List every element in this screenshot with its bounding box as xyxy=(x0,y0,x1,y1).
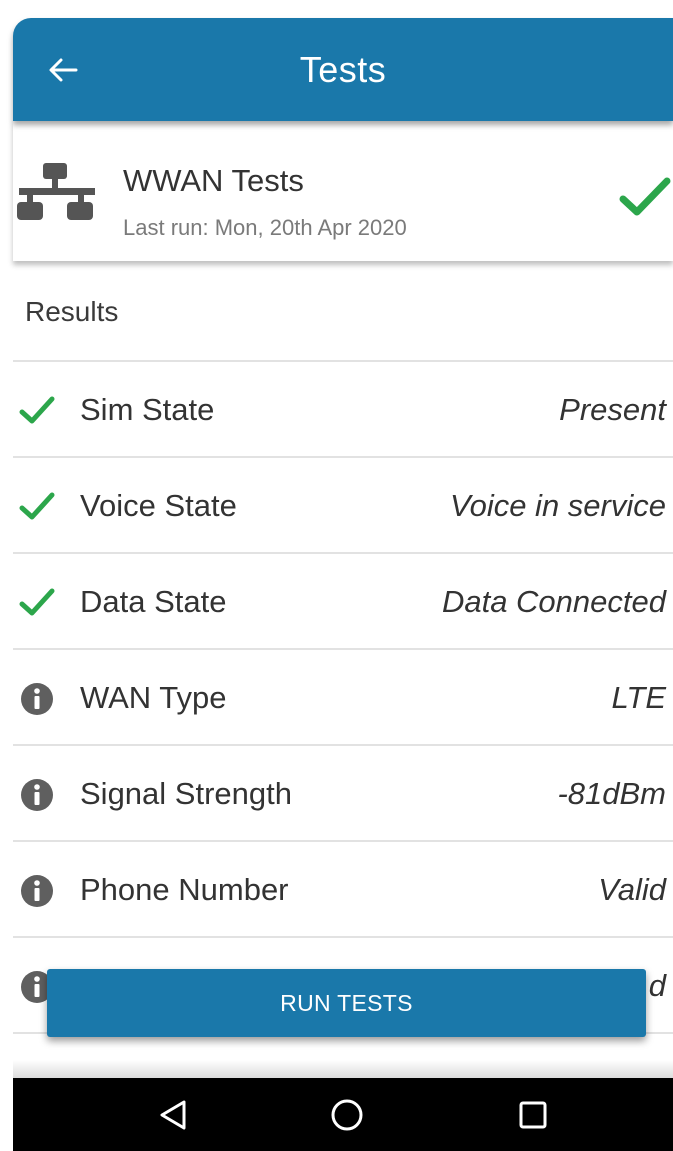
result-value: Data Connected xyxy=(441,584,666,619)
arrow-left-icon xyxy=(49,58,78,82)
result-label: Phone Number xyxy=(80,872,289,907)
nav-home-button[interactable] xyxy=(319,1090,375,1140)
result-label: WAN Type xyxy=(80,680,227,715)
result-value: LTE xyxy=(611,680,666,715)
test-title: WWAN Tests xyxy=(123,163,304,198)
result-label: Voice State xyxy=(80,488,237,523)
result-label: Signal Strength xyxy=(80,776,292,811)
info-icon xyxy=(21,779,53,811)
check-icon xyxy=(19,492,55,520)
result-value: -81dBm xyxy=(557,776,666,811)
nav-back-button[interactable] xyxy=(145,1090,201,1140)
status-area xyxy=(0,0,673,18)
result-row-data-state: Data State Data Connected xyxy=(13,552,673,650)
network-icon xyxy=(17,163,95,220)
results-heading: Results xyxy=(25,296,119,327)
page-title: Tests xyxy=(299,48,387,90)
screen: Tests WWAN Tests Last run: Mon, 20th Apr… xyxy=(0,0,673,1151)
check-icon xyxy=(619,177,671,216)
result-value: Voice in service xyxy=(450,488,666,523)
nav-recents-button[interactable] xyxy=(505,1090,561,1140)
run-tests-button[interactable]: RUN TESTS xyxy=(47,969,646,1037)
result-row-sim-state: Sim State Present xyxy=(13,360,673,458)
check-icon xyxy=(19,396,55,424)
result-row-signal-strength: Signal Strength -81dBm xyxy=(13,744,673,842)
back-button[interactable] xyxy=(37,44,89,96)
result-value: Present xyxy=(559,392,666,427)
nav-back-icon xyxy=(160,1100,186,1130)
system-nav-bar xyxy=(13,1078,673,1151)
nav-recents-icon xyxy=(519,1101,547,1129)
test-card[interactable]: WWAN Tests Last run: Mon, 20th Apr 2020 xyxy=(13,121,673,261)
result-row-wan-type: WAN Type LTE xyxy=(13,648,673,746)
result-label: Sim State xyxy=(80,392,215,427)
info-icon xyxy=(21,683,53,715)
nav-home-icon xyxy=(331,1099,363,1131)
result-label: Data State xyxy=(80,584,227,619)
result-row-voice-state: Voice State Voice in service xyxy=(13,456,673,554)
app-bar: Tests xyxy=(13,18,673,121)
info-icon xyxy=(21,875,53,907)
result-value: d xyxy=(648,968,666,1003)
check-icon xyxy=(19,588,55,616)
result-row-phone-number: Phone Number Valid xyxy=(13,840,673,938)
last-run-text: Last run: Mon, 20th Apr 2020 xyxy=(123,215,407,240)
result-value: Valid xyxy=(598,872,666,907)
bottom-shade xyxy=(13,1060,673,1078)
